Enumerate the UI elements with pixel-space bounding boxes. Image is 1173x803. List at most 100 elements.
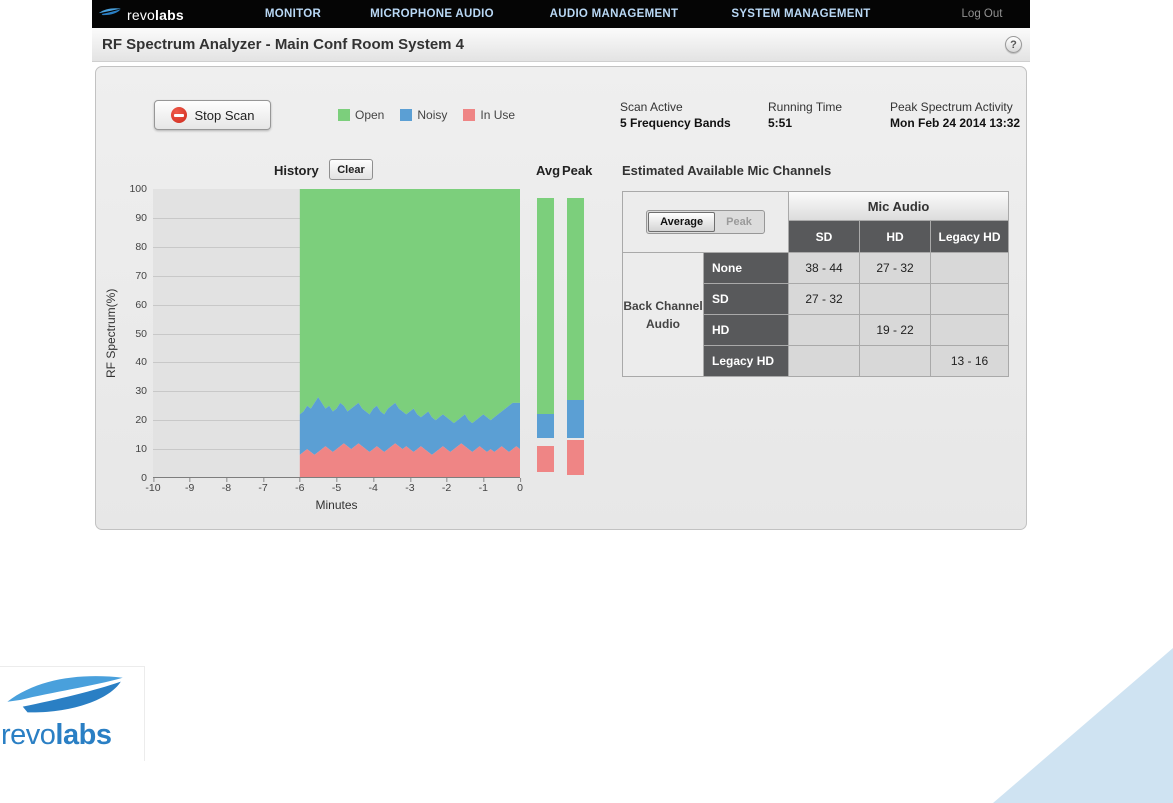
x-tick-label: -7	[258, 478, 268, 494]
back-channel-audio-header: Back Channel Audio	[623, 253, 703, 376]
y-tick-label: 70	[135, 269, 147, 282]
cell-none-sd: 38 - 44	[789, 253, 859, 283]
inuse-swatch-icon	[463, 109, 476, 121]
nav-item-microphone-audio[interactable]: MICROPHONE AUDIO	[370, 8, 494, 20]
cell-legacy-legacy: 13 - 16	[931, 346, 1008, 376]
logout-link[interactable]: Log Out	[962, 8, 1003, 20]
nav-item-system-management[interactable]: SYSTEM MANAGEMENT	[731, 8, 870, 20]
stop-scan-button[interactable]: Stop Scan	[154, 100, 271, 130]
nav-brand[interactable]: revolabs	[98, 4, 184, 25]
running-time-value: 5:51	[768, 116, 793, 130]
peak-bar-label: Peak	[562, 163, 593, 178]
cell-sd-legacy	[931, 284, 1008, 314]
footer-brand-text: revolabs	[1, 719, 112, 751]
top-nav: revolabs MONITOR MICROPHONE AUDIO AUDIO …	[92, 0, 1030, 28]
cell-hd-legacy	[931, 315, 1008, 345]
y-tick-label: 20	[135, 414, 147, 427]
avg-bar-segment-noisy	[537, 414, 554, 438]
brand-logo-footer: revolabs	[0, 666, 145, 761]
mic-channels-table: Average Peak Mic Audio SD HD Legacy HD B…	[622, 191, 1009, 377]
peak-bar-segment-in-use	[567, 440, 584, 476]
y-tick-label: 90	[135, 211, 147, 224]
scan-status-label: Scan Active	[620, 100, 683, 114]
revolabs-swoosh-icon	[98, 4, 122, 25]
running-time-label: Running Time	[768, 100, 843, 114]
row-header-legacy-hd: Legacy HD	[704, 346, 788, 376]
scan-status-value: 5 Frequency Bands	[620, 116, 731, 130]
help-button[interactable]: ?	[1005, 36, 1022, 53]
corner-decoration	[993, 648, 1173, 803]
y-tick-label: 40	[135, 356, 147, 369]
legend-open-label: Open	[355, 108, 385, 122]
row-header-none: None	[704, 253, 788, 283]
legend-inuse-label: In Use	[480, 108, 516, 122]
history-chart-svg	[153, 189, 520, 478]
y-tick-label: 80	[135, 240, 147, 253]
cell-legacy-hd	[860, 346, 930, 376]
row-header-sd: SD	[704, 284, 788, 314]
nav-brand-text: revolabs	[127, 6, 184, 23]
y-tick-label: 100	[129, 183, 147, 195]
stop-icon	[170, 107, 187, 123]
y-axis-ticks: 0 10 20 30 40 50 60 70 80 90 100	[120, 183, 149, 484]
x-axis-label: Minutes	[315, 498, 358, 512]
col-header-hd: HD	[860, 221, 930, 252]
row-header-hd: HD	[704, 315, 788, 345]
clear-history-button[interactable]: Clear	[329, 159, 373, 180]
cell-legacy-sd	[789, 346, 859, 376]
peak-bar	[567, 189, 584, 478]
peak-bar-segment-open	[567, 197, 584, 400]
page-title-bar: RF Spectrum Analyzer - Main Conf Room Sy…	[92, 28, 1030, 62]
col-header-legacy-hd: Legacy HD	[931, 221, 1008, 252]
x-tick-label: -1	[478, 478, 488, 494]
cell-hd-hd: 19 - 22	[860, 315, 930, 345]
nav-item-monitor[interactable]: MONITOR	[265, 8, 321, 20]
x-tick-label: -9	[185, 478, 195, 494]
x-tick-label: -10	[145, 478, 161, 494]
x-tick-label: -2	[441, 478, 452, 494]
noisy-swatch-icon	[400, 109, 413, 121]
cell-none-hd: 27 - 32	[860, 253, 930, 283]
cell-none-legacy	[931, 253, 1008, 283]
scan-status: Scan Active 5 Frequency Bands	[620, 100, 731, 130]
x-tick-label: 0	[517, 478, 523, 494]
y-axis-label: RF Spectrum(%)	[104, 288, 118, 379]
history-title: History	[274, 163, 319, 178]
x-tick-label: -3	[405, 478, 415, 494]
y-tick-label: 50	[135, 327, 147, 340]
y-tick-label: 10	[135, 443, 147, 456]
peak-bar-segment-noisy	[567, 399, 584, 438]
legend-item-inuse: In Use	[463, 108, 515, 122]
avg-bar-segment-in-use	[537, 446, 554, 473]
revolabs-swoosh-icon	[0, 671, 136, 726]
col-header-sd: SD	[789, 221, 859, 252]
app-frame: revolabs MONITOR MICROPHONE AUDIO AUDIO …	[92, 0, 1030, 530]
avg-bar	[537, 189, 554, 478]
x-tick-label: -4	[368, 478, 378, 494]
open-swatch-icon	[338, 109, 350, 121]
toggle-peak-button[interactable]: Peak	[715, 213, 763, 231]
cell-hd-sd	[789, 315, 859, 345]
x-axis-ticks: -10 -9 -8 -7 -6 -5 -4 -3 -2 -1 0	[145, 478, 523, 494]
chart-legend: Open Noisy In Use	[338, 108, 515, 122]
mic-channels-title: Estimated Available Mic Channels	[622, 163, 832, 178]
mic-audio-header: Mic Audio	[789, 192, 1008, 220]
toggle-average-button[interactable]: Average	[648, 212, 716, 232]
peak-activity: Peak Spectrum Activity Mon Feb 24 2014 1…	[890, 100, 1020, 130]
history-chart	[153, 189, 520, 478]
cell-sd-hd	[860, 284, 930, 314]
peak-activity-value: Mon Feb 24 2014 13:32	[890, 116, 1021, 130]
y-tick-label: 30	[135, 385, 147, 398]
avg-peak-toggle: Average Peak	[646, 210, 765, 234]
cell-sd-sd: 27 - 32	[789, 284, 859, 314]
nav-item-audio-management[interactable]: AUDIO MANAGEMENT	[550, 8, 679, 20]
legend-item-open: Open	[338, 108, 384, 122]
peak-activity-label: Peak Spectrum Activity	[890, 100, 1013, 114]
running-time: Running Time 5:51	[768, 100, 842, 130]
y-tick-label: 60	[135, 298, 147, 311]
legend-noisy-label: Noisy	[417, 108, 448, 122]
avg-bar-label: Avg	[536, 163, 561, 178]
stop-scan-label: Stop Scan	[194, 107, 255, 123]
analyzer-panel: Stop Scan Open Noisy In Use Scan Active …	[95, 66, 1027, 530]
avg-peak-toggle-cell: Average Peak	[623, 192, 788, 252]
